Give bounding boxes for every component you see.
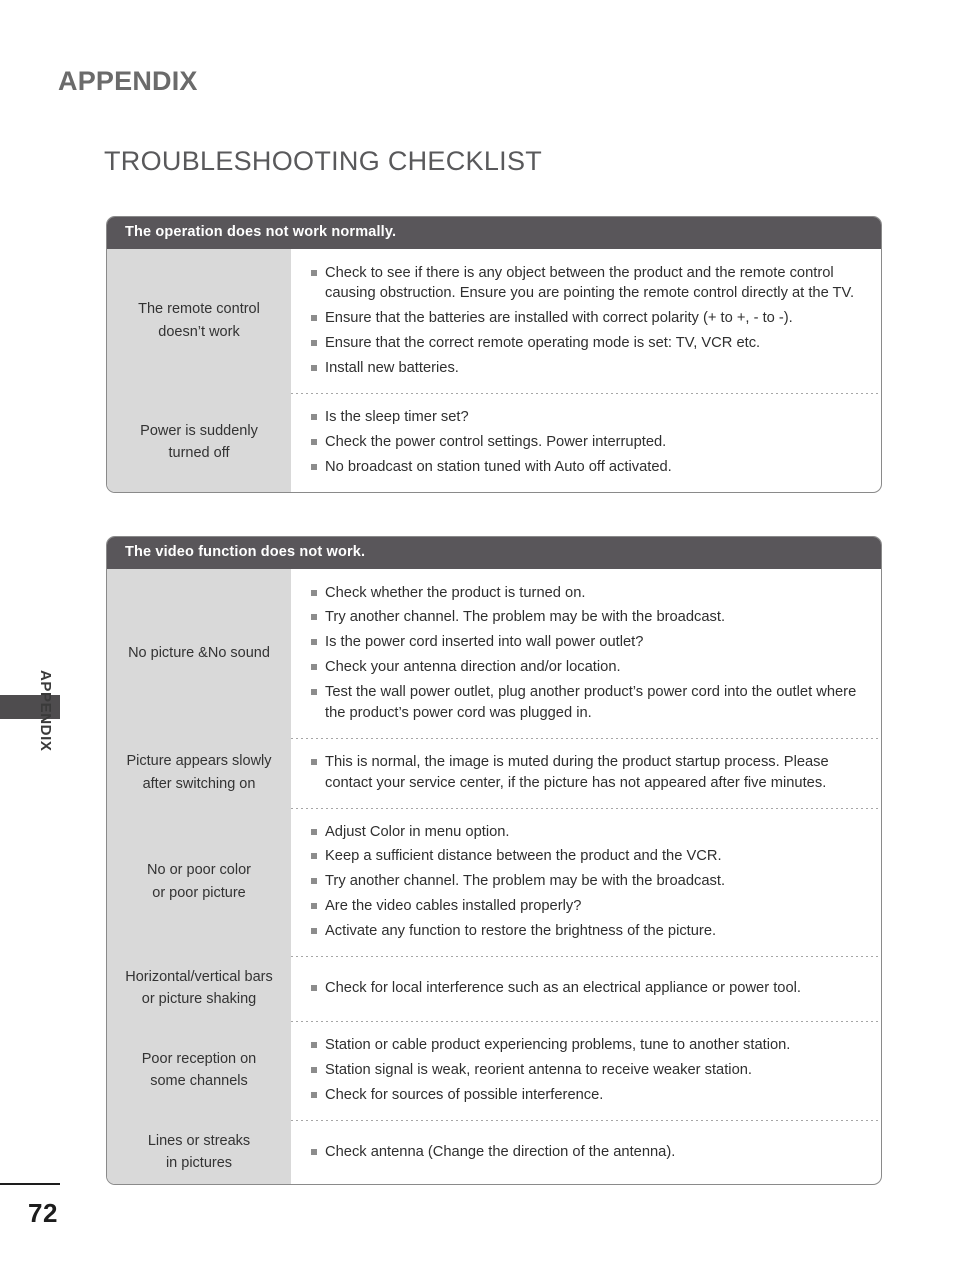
remedy-item: Station signal is weak, reorient antenna… (311, 1060, 867, 1081)
table-row: Power is suddenly turned off Is the sleep … (107, 392, 881, 492)
symptom-label-line: No picture &No sound (128, 644, 270, 661)
table-row: Picture appears slowly after switching on… (107, 737, 881, 808)
remedy-list: Station or cable product experiencing pr… (311, 1031, 867, 1110)
remedy-list: This is normal, the image is muted durin… (311, 748, 867, 798)
remedy-item: No broadcast on station tuned with Auto … (311, 457, 867, 478)
symptom-label: Horizontal/vertical bars or picture shaki… (107, 955, 291, 1021)
remedy-list: Check antenna (Change the direction of t… (311, 1138, 867, 1167)
remedy-list: Check to see if there is any object betw… (311, 259, 867, 383)
remedy-cell: Is the sleep timer set? Check the power c… (291, 392, 881, 492)
symptom-label: No or poor color or poor picture (107, 807, 291, 956)
remedy-item: Check to see if there is any object betw… (311, 263, 867, 305)
symptom-label-line: turned off (168, 445, 230, 462)
table-body: The remote control doesn’t work Check to s… (107, 248, 881, 492)
remedy-cell: Check antenna (Change the direction of t… (291, 1119, 881, 1185)
remedy-item: Try another channel. The problem may be … (311, 607, 867, 628)
remedy-item: Try another channel. The problem may be … (311, 871, 867, 892)
table-row: No or poor color or poor picture Adjust Co… (107, 807, 881, 956)
remedy-item: Is the sleep timer set? (311, 407, 867, 428)
remedy-item: Are the video cables installed properly? (311, 896, 867, 917)
symptom-label: Picture appears slowly after switching on (107, 737, 291, 808)
remedy-cell: Adjust Color in menu option. Keep a suffi… (291, 807, 881, 956)
symptom-label-line: Power is suddenly (140, 422, 258, 439)
remedy-item: Ensure that the correct remote operating… (311, 333, 867, 354)
remedy-item: Check your antenna direction and/or loca… (311, 657, 867, 678)
symptom-label-line: Picture appears slowly (126, 753, 272, 770)
table-row: Poor reception on some channels Station or… (107, 1020, 881, 1120)
symptom-label: The remote control doesn’t work (107, 248, 291, 393)
troubleshooting-table-video: The video function does not work. No pic… (106, 536, 882, 1186)
remedy-item: Check the power control settings. Power … (311, 432, 867, 453)
troubleshooting-table-operation: The operation does not work normally. Th… (106, 216, 882, 493)
page-title: TROUBLESHOOTING CHECKLIST (104, 146, 543, 176)
symptom-label: No picture &No sound (107, 568, 291, 738)
remedy-item: Install new batteries. (311, 358, 867, 379)
remedy-item: Keep a sufficient distance between the p… (311, 846, 867, 867)
remedy-item: Test the wall power outlet, plug another… (311, 682, 867, 724)
section-header: APPENDIX (58, 66, 198, 96)
table-row: Lines or streaks in pictures Check antenna… (107, 1119, 881, 1185)
symptom-label-line: or picture shaking (141, 991, 257, 1008)
remedy-cell: Check for local interference such as an … (291, 955, 881, 1021)
remedy-cell: This is normal, the image is muted durin… (291, 737, 881, 808)
remedy-cell: Station or cable product experiencing pr… (291, 1020, 881, 1120)
symptom-label-line: or poor picture (152, 884, 246, 901)
table-row: No picture &No sound Check whether the pr… (107, 568, 881, 738)
symptom-label-line: after switching on (142, 775, 256, 792)
table-body: No picture &No sound Check whether the pr… (107, 568, 881, 1185)
remedy-item: Adjust Color in menu option. (311, 822, 867, 843)
remedy-item: Is the power cord inserted into wall pow… (311, 632, 867, 653)
remedy-item: Check antenna (Change the direction of t… (311, 1142, 867, 1163)
table-header: The operation does not work normally. (107, 217, 881, 249)
symptom-label-line: Lines or streaks (147, 1132, 251, 1149)
symptom-label: Poor reception on some channels (107, 1020, 291, 1120)
symptom-label-line: in pictures (165, 1154, 233, 1171)
remedy-item: Check for local interference such as an … (311, 978, 867, 999)
symptom-label-line: No or poor color (147, 862, 251, 879)
table-row: The remote control doesn’t work Check to s… (107, 248, 881, 393)
remedy-list: Adjust Color in menu option. Keep a suffi… (311, 818, 867, 946)
remedy-item: Check whether the product is turned on. (311, 583, 867, 604)
remedy-list: Is the sleep timer set? Check the power c… (311, 403, 867, 482)
remedy-item: Station or cable product experiencing pr… (311, 1035, 867, 1056)
remedy-cell: Check whether the product is turned on. T… (291, 569, 881, 738)
symptom-label-line: some channels (150, 1073, 248, 1090)
appendix-side-label: APPENDIX (37, 670, 54, 752)
remedy-cell: Check to see if there is any object betw… (291, 249, 881, 393)
symptom-label-line: Poor reception on (141, 1050, 257, 1067)
symptom-label: Lines or streaks in pictures (107, 1119, 291, 1185)
symptom-label: Power is suddenly turned off (107, 392, 291, 492)
symptom-label-line: The remote control (138, 301, 260, 318)
table-row: Horizontal/vertical bars or picture shaki… (107, 955, 881, 1021)
remedy-item: This is normal, the image is muted durin… (311, 752, 867, 794)
remedy-item: Check for sources of possible interferen… (311, 1085, 867, 1106)
remedy-list: Check for local interference such as an … (311, 974, 867, 1003)
symptom-label-line: doesn’t work (158, 323, 240, 340)
table-header: The video function does not work. (107, 537, 881, 569)
symptom-label-line: Horizontal/vertical bars (125, 968, 273, 985)
remedy-list: Check whether the product is turned on. T… (311, 579, 867, 728)
page-number-rule (0, 1183, 60, 1185)
remedy-item: Ensure that the batteries are installed … (311, 308, 867, 329)
remedy-item: Activate any function to restore the bri… (311, 921, 867, 942)
page-number: 72 (28, 1198, 58, 1228)
